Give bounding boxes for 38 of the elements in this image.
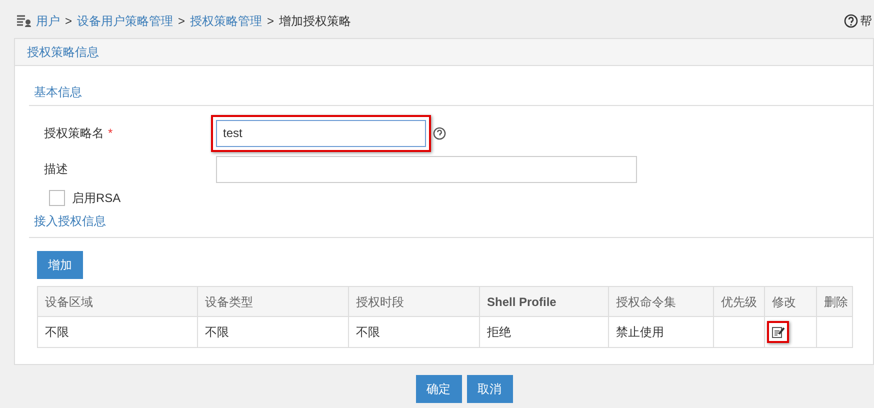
text-field[interactable] xyxy=(216,156,637,182)
breadcrumb-link[interactable]: 授权策略管理 xyxy=(190,12,262,30)
table-cell: 不限 xyxy=(348,316,480,348)
checkbox-label: 启用RSA xyxy=(72,190,121,207)
dialog-button[interactable]: 确定 xyxy=(416,375,462,403)
field-label: 授权策略名 xyxy=(44,125,104,142)
help-link[interactable]: 帮 xyxy=(860,12,872,30)
checkbox[interactable] xyxy=(49,190,65,206)
help-icon[interactable] xyxy=(433,126,446,140)
edit-icon[interactable] xyxy=(771,324,785,338)
column-header: 优先级 xyxy=(714,286,764,316)
column-header: 设备类型 xyxy=(198,286,348,316)
breadcrumb-link[interactable]: 设备用户策略管理 xyxy=(77,12,174,30)
table-cell: 拒绝 xyxy=(480,316,608,348)
section-title: 接入授权信息 xyxy=(33,213,107,230)
breadcrumb-separator: > xyxy=(65,13,72,30)
text-field[interactable]: test xyxy=(216,120,426,146)
add-button[interactable]: 增加 xyxy=(37,251,83,279)
table-cell: 不限 xyxy=(38,316,198,348)
panel-title: 授权策略信息 xyxy=(27,44,99,61)
required-mark: * xyxy=(108,125,113,142)
column-header: 修改 xyxy=(764,286,816,316)
column-header: 删除 xyxy=(816,286,852,316)
dialog-button[interactable]: 取消 xyxy=(466,375,512,403)
field-label: 描述 xyxy=(44,161,68,178)
section-title: 基本信息 xyxy=(33,84,83,101)
breadcrumb-separator: > xyxy=(178,13,186,30)
breadcrumb-separator: > xyxy=(267,13,274,30)
breadcrumb-link[interactable]: 用户 xyxy=(36,12,60,30)
column-header: Shell Profile xyxy=(480,286,608,316)
column-header: 授权时段 xyxy=(348,286,480,316)
breadcrumb-current: 增加授权策略 xyxy=(279,13,352,30)
table-cell: 禁止使用 xyxy=(608,316,714,348)
table-cell: 不限 xyxy=(198,316,348,348)
help-icon[interactable] xyxy=(844,14,858,28)
user-list-icon xyxy=(16,14,32,28)
column-header: 授权命令集 xyxy=(608,286,714,316)
column-header: 设备区域 xyxy=(38,286,198,316)
